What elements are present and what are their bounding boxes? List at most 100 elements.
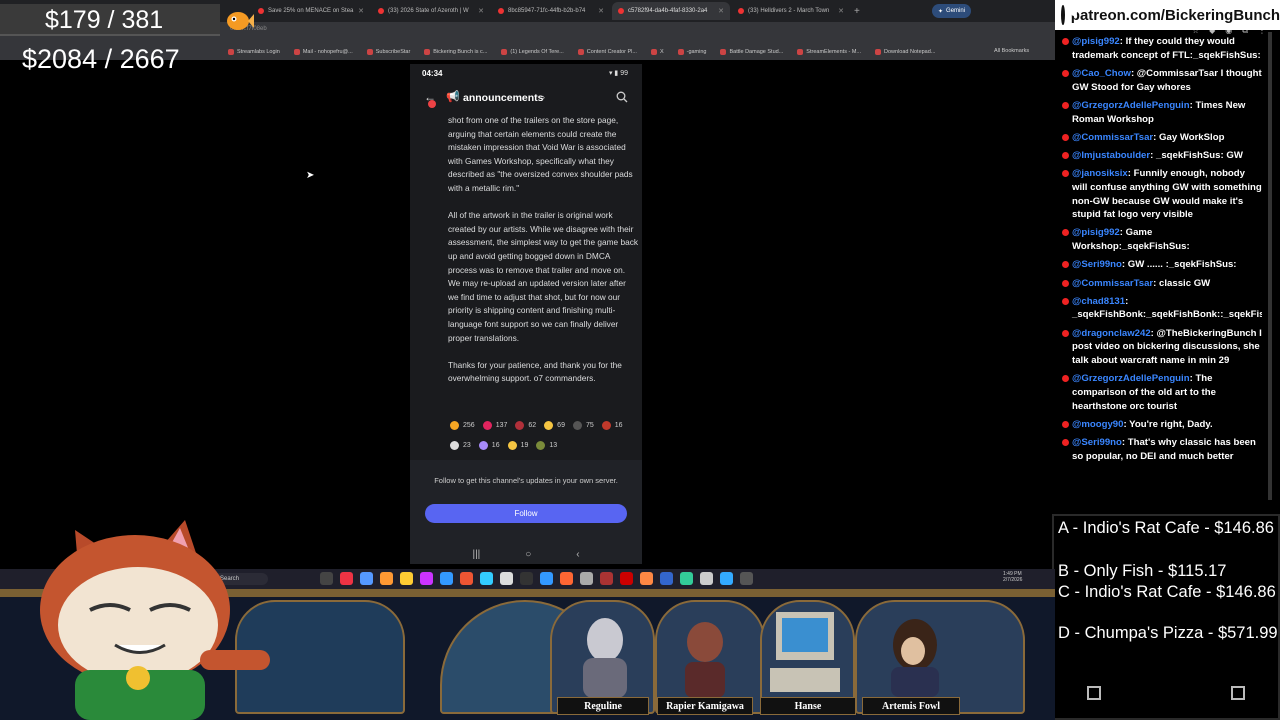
favicon-icon — [258, 8, 264, 14]
chat-message: @GrzegorzAdellePenguin: The comparison o… — [1062, 372, 1262, 413]
follow-button[interactable]: Follow — [425, 504, 627, 523]
bookmark-label: Content Creator Pl... — [586, 49, 637, 55]
chat-username[interactable]: @pisig992 — [1072, 227, 1120, 238]
chat-username[interactable]: @Cao_Chow — [1072, 68, 1131, 79]
reaction-emoji-icon — [544, 420, 554, 430]
chat-message: @CommissarTsar: Gay WorkSlop — [1062, 131, 1262, 145]
reaction-count: 16 — [491, 441, 500, 449]
home-icon[interactable]: ○ — [525, 549, 531, 560]
reaction-chip[interactable]: 13 — [536, 437, 557, 453]
tab-title: 8bc85947-71fc-44fb-b2b-b74 — [508, 8, 586, 14]
reaction-chip[interactable]: 256 — [450, 417, 475, 433]
cat-avatar — [40, 520, 270, 720]
gemini-button[interactable]: ✦ Gemini — [932, 4, 972, 18]
close-tab-icon[interactable]: ✕ — [358, 7, 364, 15]
reaction-chip[interactable]: 16 — [478, 437, 500, 453]
chrome-icon[interactable] — [340, 572, 353, 585]
bookmark-item[interactable]: StreamElements - M... — [797, 49, 861, 55]
channel-name[interactable]: announcements — [463, 92, 544, 104]
chat-username[interactable]: @GrzegorzAdellePenguin — [1072, 373, 1190, 384]
bookmark-item[interactable]: -gaming — [677, 49, 706, 55]
folder-icon[interactable] — [400, 572, 413, 585]
bookmark-item[interactable]: Download Notepad... — [875, 49, 935, 55]
app-icon[interactable] — [500, 572, 513, 585]
app-icon[interactable] — [360, 572, 373, 585]
app-icon[interactable] — [680, 572, 693, 585]
poll-option: B - Only Fish - $115.17 — [1058, 562, 1227, 580]
chevron-right-icon[interactable]: › — [542, 92, 545, 102]
chat-username[interactable]: @CommissarTsar — [1072, 278, 1153, 289]
reaction-chip[interactable]: 16 — [601, 417, 623, 433]
bookmark-item[interactable]: Battle Damage Stud... — [720, 49, 783, 55]
app-icon[interactable] — [380, 572, 393, 585]
taskbar-clock[interactable]: 1:49 PM 2/7/2026 — [1003, 571, 1022, 583]
close-tab-icon[interactable]: ✕ — [598, 7, 604, 15]
app-icon[interactable] — [580, 572, 593, 585]
close-tab-icon[interactable]: ✕ — [838, 7, 844, 15]
character-portrait — [583, 618, 627, 698]
search-icon[interactable] — [616, 91, 628, 103]
chat-username[interactable]: @janosiksix — [1072, 168, 1128, 179]
computer-icon — [770, 612, 840, 692]
app-icon[interactable] — [740, 572, 753, 585]
chat-username[interactable]: @GrzegorzAdellePenguin — [1072, 100, 1190, 111]
reaction-chip[interactable]: 23 — [450, 437, 471, 453]
app-icon[interactable] — [640, 572, 653, 585]
reaction-emoji-icon — [515, 420, 525, 430]
reaction-chip[interactable]: 69 — [544, 417, 565, 433]
chat-username[interactable]: @dragonclaw242 — [1072, 328, 1151, 339]
reaction-count: 16 — [614, 421, 623, 429]
app-icon[interactable] — [420, 572, 433, 585]
patreon-handle: patreon.com/BickeringBunch — [1070, 6, 1280, 24]
app-icon[interactable] — [520, 572, 533, 585]
bookmark-item[interactable]: Mail - nohopefru@... — [293, 49, 353, 55]
reaction-chip[interactable]: 19 — [507, 437, 529, 453]
chat-username[interactable]: @Seri99no — [1072, 437, 1122, 448]
chat-scrollbar[interactable] — [1268, 32, 1272, 500]
back-icon[interactable]: ‹ — [576, 549, 579, 560]
close-tab-icon[interactable]: ✕ — [478, 7, 484, 15]
browser-tab[interactable]: c5782f94-da4b-4faf-8330-2a4 ✕ — [612, 2, 730, 20]
bookmark-item[interactable]: SubscribeStar — [366, 49, 410, 55]
app-icon[interactable] — [540, 572, 553, 585]
chat-username[interactable]: @Seri99no — [1072, 259, 1122, 270]
reaction-chip[interactable]: 75 — [572, 417, 594, 433]
recents-icon[interactable]: ||| — [472, 549, 480, 560]
reaction-emoji-icon — [601, 420, 611, 430]
app-icon[interactable] — [700, 572, 713, 585]
app-icon[interactable] — [660, 572, 673, 585]
bookmark-item[interactable]: Content Creator Pl... — [577, 49, 637, 55]
app-icon[interactable] — [560, 572, 573, 585]
bookmark-item[interactable]: Streamlabs Login — [228, 49, 280, 55]
message-paragraph: Thanks for your patience, and thank you … — [448, 359, 622, 384]
reaction-chip[interactable]: 137 — [482, 417, 507, 433]
chat-username[interactable]: @Imjustaboulder — [1072, 150, 1150, 161]
fish-icon — [227, 12, 254, 30]
steam-icon[interactable] — [480, 572, 493, 585]
task-view-icon[interactable] — [320, 572, 333, 585]
close-tab-icon[interactable]: ✕ — [718, 7, 724, 15]
follow-description: Follow to get this channel's updates in … — [434, 476, 618, 485]
clock-date: 2/7/2026 — [1003, 577, 1023, 583]
reaction-count: 19 — [520, 441, 529, 449]
bookmark-item[interactable]: X — [650, 49, 664, 55]
browser-tab[interactable]: (33) 2026 State of Azeroth | W ✕ — [372, 2, 490, 20]
browser-tab[interactable]: 8bc85947-71fc-44fb-b2b-b74 ✕ — [492, 2, 610, 20]
bookmark-favicon-icon — [501, 49, 508, 55]
bookmark-item[interactable]: (1) Legends Of Tere... — [501, 49, 564, 55]
app-icon[interactable] — [460, 572, 473, 585]
app-icon[interactable] — [600, 572, 613, 585]
all-bookmarks[interactable]: All Bookmarks — [994, 48, 1029, 54]
browser-tab[interactable]: (33) Helldivers 2 - March Town ✕ — [732, 2, 850, 20]
new-tab-icon[interactable]: + — [854, 6, 860, 17]
chat-username[interactable]: @pisig992 — [1072, 36, 1120, 47]
bookmark-item[interactable]: Bickering Bunch is c... — [424, 49, 487, 55]
reaction-chip[interactable]: 62 — [515, 417, 536, 433]
app-icon[interactable] — [440, 572, 453, 585]
chat-username[interactable]: @CommissarTsar — [1072, 132, 1153, 143]
browser-tab[interactable]: Save 25% on MENACE on Stea ✕ — [252, 2, 370, 20]
app-icon[interactable] — [620, 572, 633, 585]
chat-username[interactable]: @moogy90 — [1072, 419, 1123, 430]
chat-username[interactable]: @chad8131 — [1072, 296, 1125, 307]
app-icon[interactable] — [720, 572, 733, 585]
